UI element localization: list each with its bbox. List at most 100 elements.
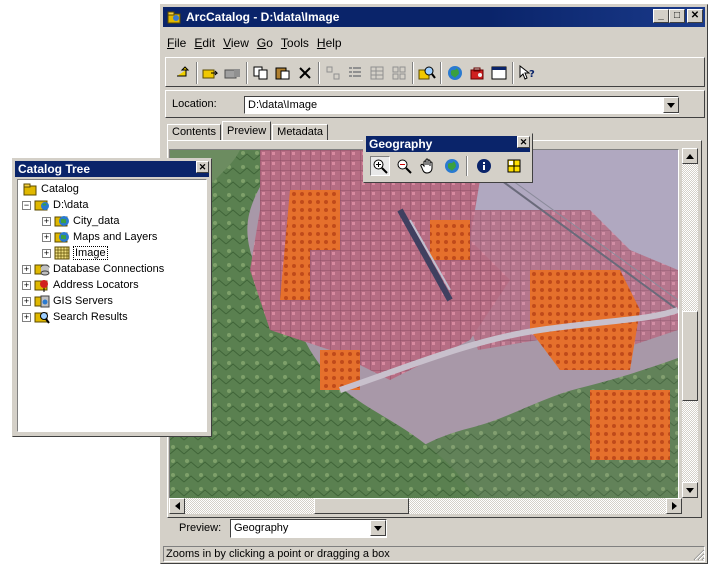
catalog-icon [23, 183, 37, 196]
tree-item-d-data[interactable]: − D:\data [22, 197, 88, 213]
collapse-icon[interactable]: − [22, 200, 31, 210]
arccatalog-window: ArcCatalog - D:\data\Image _ □ ✕ File Ed… [160, 4, 708, 564]
scroll-up-button[interactable] [682, 148, 698, 164]
geography-toolbar-title[interactable]: Geography [366, 136, 530, 152]
launch-arcmap-icon[interactable] [446, 64, 464, 82]
create-thumbnail-icon[interactable] [504, 156, 524, 176]
up-one-level-icon[interactable] [174, 64, 192, 82]
tree-item-maps-and-layers[interactable]: + Maps and Layers [42, 229, 157, 245]
tree-item-city-data[interactable]: + City_data [42, 213, 119, 229]
menu-view[interactable]: View [219, 36, 253, 50]
chevron-up-icon [686, 153, 694, 159]
pan-hand-icon[interactable] [418, 156, 438, 176]
tab-preview[interactable]: Preview [222, 121, 272, 141]
toolbar-separator [196, 62, 198, 84]
menu-help[interactable]: Help [313, 36, 346, 50]
status-bar: Zooms in by clicking a point or dragging… [163, 546, 705, 562]
catalog-tree-title[interactable]: Catalog Tree [15, 161, 209, 177]
vertical-scroll-thumb[interactable] [682, 311, 698, 401]
tree-item-address-locators[interactable]: + Address Locators [22, 277, 139, 293]
zoom-in-icon[interactable] [370, 156, 390, 176]
tree-item-label: Address Locators [53, 279, 139, 291]
menu-edit[interactable]: Edit [190, 36, 219, 50]
full-extent-globe-icon[interactable] [442, 156, 462, 176]
menu-file[interactable]: File [163, 36, 190, 50]
title-bar[interactable]: ArcCatalog - D:\data\Image _ □ ✕ [163, 7, 705, 27]
catalog-tree-close-button[interactable]: ✕ [196, 161, 209, 173]
resize-grip-icon[interactable] [693, 549, 705, 561]
chevron-right-icon [671, 502, 677, 510]
geodatabase-icon [54, 216, 69, 227]
expand-icon[interactable]: + [22, 280, 31, 290]
expand-icon[interactable]: + [22, 296, 31, 306]
zoom-out-icon[interactable] [394, 156, 414, 176]
tree-item-label: Catalog [41, 183, 79, 195]
horizontal-scroll-thumb[interactable] [314, 498, 409, 514]
chevron-left-icon [174, 502, 180, 510]
location-label: Location: [172, 98, 217, 110]
gis-servers-icon [34, 295, 50, 308]
list-icon[interactable] [346, 64, 364, 82]
whats-this-icon[interactable]: ? [518, 64, 536, 82]
image-preview-map[interactable] [169, 149, 679, 499]
tree-item-catalog[interactable]: Catalog [22, 181, 79, 197]
expand-icon[interactable]: + [42, 232, 51, 242]
location-dropdown-button[interactable] [663, 97, 679, 113]
close-button[interactable]: ✕ [687, 9, 703, 23]
expand-icon[interactable]: + [22, 312, 31, 322]
chevron-down-icon [374, 525, 382, 531]
tab-strip: Contents Preview Metadata [167, 121, 329, 141]
tree-item-label: Image [73, 246, 108, 260]
preview-label: Preview: [179, 522, 222, 534]
catalog-tree-title-text: Catalog Tree [18, 162, 91, 176]
minimize-button[interactable]: _ [653, 9, 669, 23]
folder-globe-icon [54, 232, 69, 243]
geography-toolbar-close-button[interactable]: ✕ [517, 136, 530, 148]
arctoolbox-icon[interactable] [468, 64, 486, 82]
large-icons-icon[interactable] [324, 64, 342, 82]
paste-icon[interactable] [274, 64, 292, 82]
copy-icon[interactable] [252, 64, 270, 82]
tree-item-image[interactable]: + Image [42, 245, 108, 261]
maximize-button[interactable]: □ [669, 9, 685, 23]
toolbar-separator [440, 62, 442, 84]
preview-type-select[interactable]: Geography [230, 519, 387, 538]
horizontal-scrollbar[interactable] [169, 498, 682, 514]
menu-go[interactable]: Go [253, 36, 277, 50]
scroll-down-button[interactable] [682, 482, 698, 498]
svg-text:?: ? [529, 69, 535, 80]
tree-item-label: Database Connections [53, 263, 165, 275]
search-results-icon [34, 312, 50, 324]
standard-toolbar: ? [165, 57, 705, 87]
chevron-down-icon [667, 102, 675, 108]
thumbnails-icon[interactable] [390, 64, 408, 82]
tab-contents[interactable]: Contents [167, 124, 222, 141]
identify-icon[interactable] [474, 156, 494, 176]
disconnect-folder-icon[interactable] [224, 64, 242, 82]
delete-icon[interactable] [296, 64, 314, 82]
scroll-left-button[interactable] [169, 498, 185, 514]
tree-item-database-connections[interactable]: + Database Connections [22, 261, 164, 277]
catalog-tree-window: Catalog Tree ✕ Catalog − D:\data + City_… [12, 158, 212, 437]
expand-icon[interactable]: + [42, 248, 51, 258]
catalog-tree-view[interactable]: Catalog − D:\data + City_data + Maps and… [17, 179, 207, 432]
toolbar-separator [318, 62, 320, 84]
expand-icon[interactable]: + [42, 216, 51, 226]
scroll-right-button[interactable] [666, 498, 682, 514]
tree-item-label: D:\data [53, 199, 89, 211]
tree-item-search-results[interactable]: + Search Results [22, 309, 128, 325]
tab-metadata[interactable]: Metadata [272, 124, 329, 141]
vertical-scrollbar[interactable] [682, 148, 698, 498]
toolbar-separator [246, 62, 248, 84]
tree-item-label: GIS Servers [53, 295, 113, 307]
search-icon[interactable] [418, 64, 436, 82]
details-icon[interactable] [368, 64, 386, 82]
preview-dropdown-button[interactable] [370, 520, 386, 536]
command-line-icon[interactable] [490, 64, 508, 82]
connect-folder-icon[interactable] [202, 64, 220, 82]
geography-toolbar-title-text: Geography [369, 137, 433, 151]
tree-item-gis-servers[interactable]: + GIS Servers [22, 293, 113, 309]
menu-tools[interactable]: Tools [277, 36, 313, 50]
location-input[interactable]: D:\data\Image [244, 96, 679, 114]
expand-icon[interactable]: + [22, 264, 31, 274]
